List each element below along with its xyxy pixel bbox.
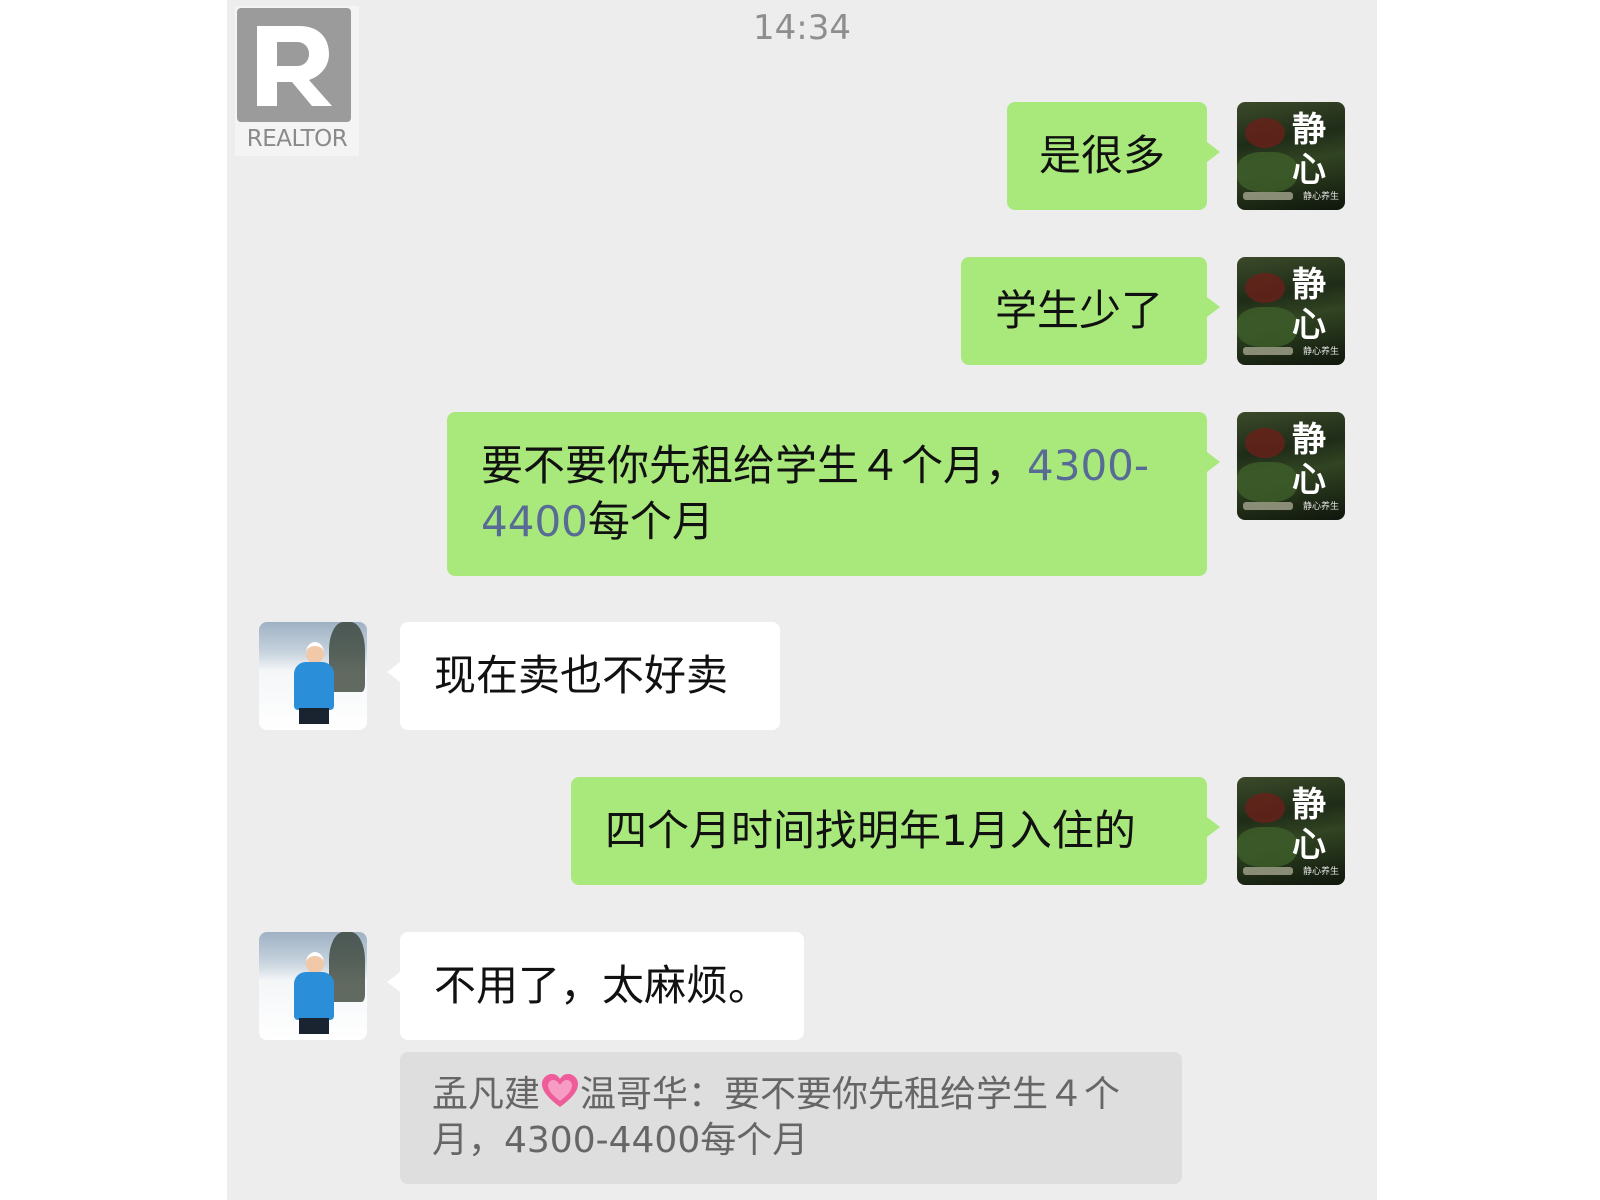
message-bubble-sent[interactable]: 四个月时间找明年1月入住的	[571, 777, 1220, 885]
self-avatar[interactable]: 静心 静心养生	[1237, 257, 1345, 365]
quote-sender-location: 温哥华：	[580, 1074, 725, 1115]
avatar-subtext: 静心养生	[1302, 192, 1339, 202]
self-avatar[interactable]: 静心 静心养生	[1237, 412, 1345, 520]
message-bubble-sent[interactable]: 是很多	[1007, 102, 1220, 210]
heart-icon	[540, 1072, 580, 1112]
quote-text: 月，4300-4400每个月	[432, 1120, 809, 1161]
avatar-text: 静心	[1292, 785, 1326, 865]
contact-avatar[interactable]	[259, 622, 367, 730]
message-text: 是很多	[1039, 131, 1166, 180]
quote-sender: 孟凡建	[432, 1074, 541, 1115]
phone-number-link[interactable]: 4400	[481, 497, 588, 546]
self-avatar[interactable]: 静心 静心养生	[1237, 102, 1345, 210]
message-bubble-received[interactable]: 不用了，太麻烦。	[387, 932, 804, 1040]
message-text: 不用了，太麻烦。	[434, 961, 771, 1010]
self-avatar[interactable]: 静心 静心养生	[1237, 777, 1345, 885]
quoted-message[interactable]: 孟凡建 温哥华：要不要你先租给学生４个月，4300-4400每个月	[400, 1052, 1182, 1184]
contact-avatar[interactable]	[259, 932, 367, 1040]
timestamp: 14:34	[753, 8, 851, 48]
avatar-subtext: 静心养生	[1302, 347, 1339, 357]
avatar-text: 静心	[1292, 420, 1326, 500]
avatar-text: 静心	[1292, 110, 1326, 190]
avatar-text: 静心	[1292, 265, 1326, 345]
message-text: 要不要你先租给学生４个月，	[481, 441, 1028, 490]
message-bubble-sent[interactable]: 学生少了	[961, 257, 1220, 365]
avatar-subtext: 静心养生	[1302, 867, 1339, 877]
message-text: 学生少了	[995, 286, 1164, 335]
message-text: 每个月	[587, 497, 714, 546]
realtor-watermark: REALTOR	[235, 6, 359, 156]
quote-text: 要不要你先租给学生４个	[724, 1074, 1121, 1115]
chat-window: 14:34 REALTOR 是很多 静心 静心养生 学生少了 静心 静心养生 要…	[227, 0, 1377, 1200]
message-text: 现在卖也不好卖	[434, 651, 729, 700]
realtor-label: REALTOR	[246, 126, 348, 152]
avatar-subtext: 静心养生	[1302, 502, 1339, 512]
phone-number-link[interactable]: 4300-	[1027, 441, 1149, 490]
realtor-logo-icon	[237, 8, 351, 122]
message-bubble-received[interactable]: 现在卖也不好卖	[387, 622, 780, 730]
message-bubble-sent[interactable]: 要不要你先租给学生４个月，4300- 4400每个月	[447, 412, 1220, 576]
message-text: 四个月时间找明年1月入住的	[605, 806, 1136, 855]
